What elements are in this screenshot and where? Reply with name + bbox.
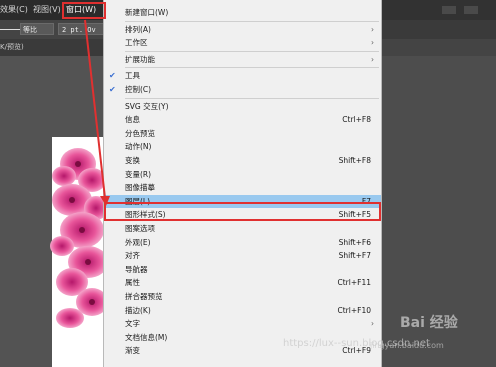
watermark-brand: Bai 经验	[400, 315, 458, 331]
watermark-site: jingyan.baidu.com	[370, 341, 444, 350]
